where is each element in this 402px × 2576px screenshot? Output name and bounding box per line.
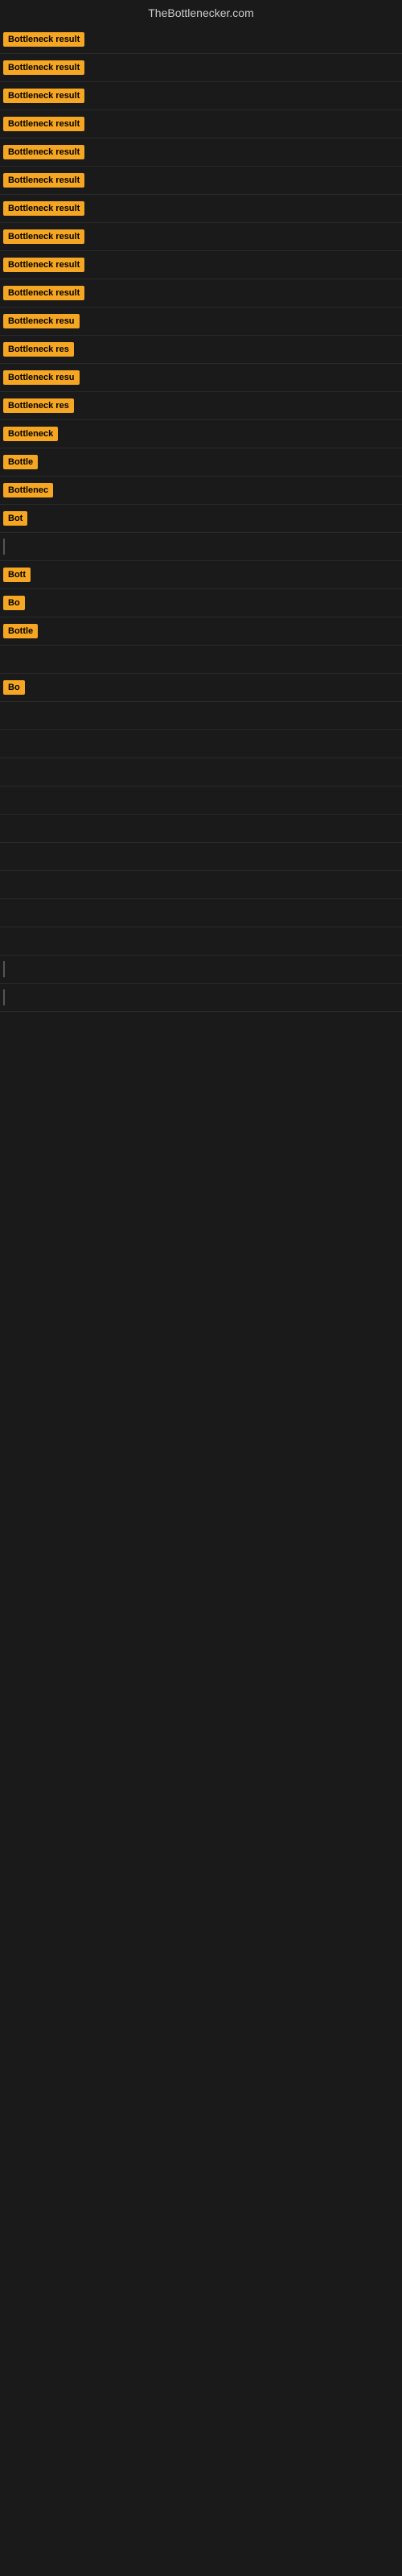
list-item: Bottle	[0, 448, 402, 477]
bottleneck-result-badge[interactable]: Bottle	[3, 624, 38, 638]
list-item	[0, 984, 402, 1012]
list-item	[0, 730, 402, 758]
bottleneck-result-badge[interactable]: Bottleneck res	[3, 342, 74, 357]
list-item: Bottleneck result	[0, 26, 402, 54]
list-item: Bottleneck result	[0, 82, 402, 110]
bottleneck-result-badge[interactable]: Bot	[3, 511, 27, 526]
bottleneck-result-badge[interactable]: Bott	[3, 568, 31, 582]
list-item: Bottleneck	[0, 420, 402, 448]
list-item: Bottleneck res	[0, 336, 402, 364]
row-indicator	[3, 539, 5, 555]
list-item: Bottlenec	[0, 477, 402, 505]
list-item: Bottleneck result	[0, 279, 402, 308]
bottleneck-result-badge[interactable]: Bottleneck result	[3, 117, 84, 131]
bottleneck-result-badge[interactable]: Bo	[3, 680, 25, 695]
list-item	[0, 927, 402, 956]
list-item	[0, 702, 402, 730]
list-item	[0, 815, 402, 843]
list-item	[0, 956, 402, 984]
list-item: Bottleneck result	[0, 138, 402, 167]
list-item	[0, 646, 402, 674]
bottleneck-result-badge[interactable]: Bottleneck resu	[3, 314, 80, 328]
bottleneck-result-badge[interactable]: Bottleneck res	[3, 398, 74, 413]
bottleneck-result-badge[interactable]: Bo	[3, 596, 25, 610]
list-item: Bo	[0, 674, 402, 702]
site-title: TheBottlenecker.com	[0, 0, 402, 26]
list-item: Bottleneck result	[0, 251, 402, 279]
list-item	[0, 871, 402, 899]
bottleneck-result-badge[interactable]: Bottleneck result	[3, 201, 84, 216]
list-item	[0, 786, 402, 815]
list-item: Bottleneck result	[0, 195, 402, 223]
bottleneck-result-badge[interactable]: Bottlenec	[3, 483, 53, 497]
bottleneck-result-badge[interactable]: Bottle	[3, 455, 38, 469]
list-item	[0, 843, 402, 871]
list-item: Bottleneck result	[0, 110, 402, 138]
list-item: Bottleneck resu	[0, 308, 402, 336]
list-item: Bottleneck result	[0, 223, 402, 251]
bottleneck-result-badge[interactable]: Bottleneck result	[3, 173, 84, 188]
list-item: Bottleneck result	[0, 54, 402, 82]
list-item: Bot	[0, 505, 402, 533]
list-item	[0, 758, 402, 786]
bottleneck-result-badge[interactable]: Bottleneck result	[3, 145, 84, 159]
list-item: Bottleneck resu	[0, 364, 402, 392]
list-item: Bottleneck res	[0, 392, 402, 420]
bottleneck-result-badge[interactable]: Bottleneck	[3, 427, 58, 441]
list-item	[0, 899, 402, 927]
bottleneck-result-badge[interactable]: Bottleneck result	[3, 60, 84, 75]
bottleneck-result-badge[interactable]: Bottleneck result	[3, 229, 84, 244]
bottleneck-result-badge[interactable]: Bottleneck result	[3, 32, 84, 47]
row-indicator	[3, 989, 5, 1005]
list-item	[0, 533, 402, 561]
bottleneck-result-badge[interactable]: Bottleneck result	[3, 258, 84, 272]
row-indicator	[3, 961, 5, 977]
bottleneck-result-badge[interactable]: Bottleneck result	[3, 286, 84, 300]
list-item: Bottleneck result	[0, 167, 402, 195]
list-item: Bott	[0, 561, 402, 589]
bottleneck-result-badge[interactable]: Bottleneck result	[3, 89, 84, 103]
list-item: Bottle	[0, 617, 402, 646]
bottleneck-result-badge[interactable]: Bottleneck resu	[3, 370, 80, 385]
list-item: Bo	[0, 589, 402, 617]
